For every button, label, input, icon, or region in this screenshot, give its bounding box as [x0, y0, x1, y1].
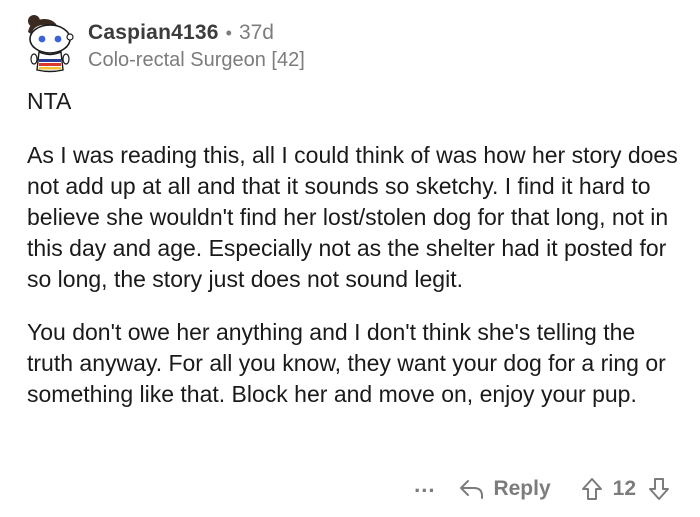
upvote-arrow-icon[interactable] — [581, 477, 603, 501]
more-options-button[interactable]: ... — [414, 474, 435, 496]
avatar[interactable] — [20, 12, 78, 74]
reply-arrow-icon — [460, 480, 484, 499]
comment-paragraph: NTA — [27, 88, 72, 114]
comment-paragraph: You don't owe her anything and I don't t… — [27, 319, 666, 407]
comment-body: NTA As I was reading this, all I could t… — [27, 86, 683, 432]
reply-button[interactable]: Reply — [459, 477, 551, 501]
comment-card: Caspian4136 • 37d Colo-rectal Surgeon [4… — [0, 0, 700, 517]
comment-age[interactable]: 37d — [239, 20, 274, 46]
vote-controls: 12 — [581, 477, 670, 501]
username-link[interactable]: Caspian4136 — [88, 20, 219, 46]
comment-actions: ... Reply 12 — [414, 471, 670, 507]
user-flair: Colo-rectal Surgeon [42] — [88, 49, 305, 71]
reddit-snoo-avatar-icon — [28, 15, 74, 73]
meta-line: Caspian4136 • 37d — [88, 20, 305, 46]
downvote-arrow-icon[interactable] — [648, 477, 670, 501]
reply-label: Reply — [493, 477, 551, 500]
vote-count: 12 — [612, 477, 636, 500]
separator-dot: • — [225, 23, 232, 43]
comment-meta: Caspian4136 • 37d Colo-rectal Surgeon [4… — [88, 20, 305, 73]
comment-paragraph: As I was reading this, all I could think… — [27, 142, 678, 292]
comment-header: Caspian4136 • 37d Colo-rectal Surgeon [4… — [20, 12, 305, 74]
